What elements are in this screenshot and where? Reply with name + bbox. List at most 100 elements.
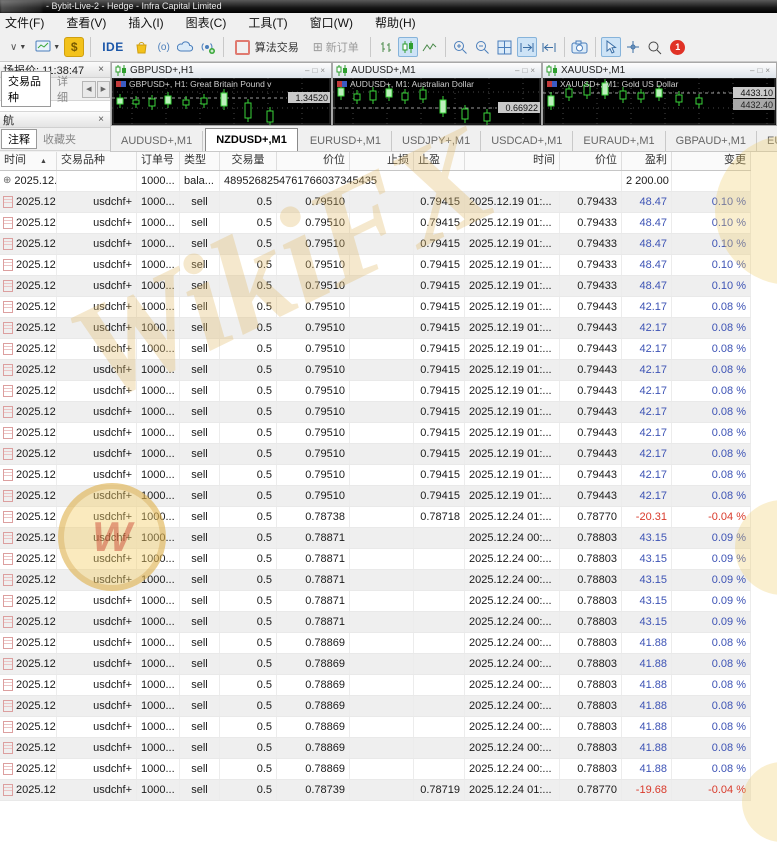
chart-tab-EU[interactable]: EU — [757, 131, 777, 151]
column-header-1[interactable]: 交易品种 — [57, 152, 137, 170]
column-header-7[interactable]: 止盈 — [414, 152, 465, 170]
line-chart-mode-icon[interactable] — [420, 37, 440, 57]
auto-scroll-icon[interactable] — [517, 37, 537, 57]
table-row[interactable]: 2025.12.2...usdchf+1000...sell0.50.78869… — [0, 759, 751, 780]
column-header-11[interactable]: 变更 — [672, 152, 751, 170]
table-row[interactable]: 2025.12.1...usdchf+1000...sell0.50.79510… — [0, 360, 751, 381]
table-row[interactable]: 2025.12.2...usdchf+1000...sell0.50.78871… — [0, 549, 751, 570]
table-row[interactable]: 2025.12.1...usdchf+1000...sell0.50.79510… — [0, 402, 751, 423]
bar-chart-mode-icon[interactable] — [376, 37, 396, 57]
close-icon[interactable]: × — [530, 66, 538, 75]
screenshot-camera-icon[interactable] — [570, 37, 590, 57]
broadcast-add-icon[interactable] — [198, 37, 218, 57]
chart-tab-AUDUSD+,M1[interactable]: AUDUSD+,M1 — [111, 131, 203, 151]
timeframe-combo[interactable]: ∨▼ — [4, 37, 32, 57]
column-header-3[interactable]: 类型 — [180, 152, 220, 170]
cell: 2025.12.19 01:... — [465, 444, 560, 464]
table-row[interactable]: 2025.12.1...usdchf+1000...sell0.50.79510… — [0, 213, 751, 234]
chart-tab-EURAUD+,M1[interactable]: EURAUD+,M1 — [573, 131, 665, 151]
chart-tab-NZDUSD+,M1[interactable]: NZDUSD+,M1 — [205, 128, 298, 151]
table-row[interactable]: 2025.12.1...usdchf+1000...sell0.50.79510… — [0, 297, 751, 318]
column-header-2[interactable]: 订单号 — [137, 152, 180, 170]
chart-tab-GBPAUD+,M1[interactable]: GBPAUD+,M1 — [666, 131, 757, 151]
tab-common[interactable]: 注释 — [1, 129, 37, 149]
new-order-button[interactable]: ⊞新订单 — [307, 37, 365, 57]
table-row[interactable]: 2025.12.1...usdchf+1000...sell0.50.79510… — [0, 381, 751, 402]
tab-favorites[interactable]: 收藏夹 — [37, 130, 82, 148]
menu-item-4[interactable]: 工具(T) — [237, 14, 298, 33]
notifications-badge[interactable]: 1 — [667, 37, 687, 57]
chart-canvas[interactable]: 4433.104432.40XAUUSD+, M1: Gold US Dolla… — [543, 78, 776, 125]
cursor-arrow-icon[interactable] — [601, 37, 621, 57]
chart-tab-USDJPY+,M1[interactable]: USDJPY+,M1 — [392, 131, 481, 151]
table-row[interactable]: 2025.12.2...usdchf+1000...sell0.50.78871… — [0, 591, 751, 612]
deal-document-icon — [3, 532, 13, 544]
table-row[interactable]: 2025.12.2...usdchf+1000...sell0.50.78869… — [0, 696, 751, 717]
chart-window-titlebar[interactable]: XAUUSD+,M1–□× — [543, 63, 776, 78]
close-icon[interactable]: × — [320, 66, 328, 75]
table-row[interactable]: 2025.12.1...usdchf+1000...sell0.50.79510… — [0, 276, 751, 297]
market-bag-icon[interactable] — [132, 37, 152, 57]
table-row[interactable]: 2025.12.1...usdchf+1000...sell0.50.79510… — [0, 234, 751, 255]
table-row[interactable]: 2025.12.1...usdchf+1000...sell0.50.79510… — [0, 318, 751, 339]
vps-cloud-icon[interactable] — [176, 37, 196, 57]
table-row[interactable]: 2025.12.1...usdchf+1000...sell0.50.79510… — [0, 423, 751, 444]
table-row[interactable]: 2025.12.1...usdchf+1000...sell0.50.79510… — [0, 192, 751, 213]
table-row[interactable]: 2025.12.1...usdchf+1000...sell0.50.79510… — [0, 465, 751, 486]
search-icon[interactable] — [645, 37, 665, 57]
zoom-in-icon[interactable] — [451, 37, 471, 57]
metaeditor-ide-button[interactable]: IDE — [96, 37, 130, 57]
menu-item-3[interactable]: 图表(C) — [175, 14, 238, 33]
chart-canvas[interactable]: 0.66922AUDUSD+, M1: Australian Dollar — [333, 78, 541, 125]
table-row[interactable]: 2025.12.2...usdchf+1000...sell0.50.78869… — [0, 675, 751, 696]
chart-window-titlebar[interactable]: GBPUSD+,H1–□× — [112, 63, 331, 78]
column-header-10[interactable]: 盈利 — [622, 152, 672, 170]
close-icon[interactable]: × — [95, 64, 107, 75]
table-row[interactable]: 2025.12.2...usdchf+1000...sell0.50.78871… — [0, 570, 751, 591]
tab-scroll-right-icon[interactable]: ▶ — [97, 81, 110, 98]
table-row[interactable]: 2025.12.1...usdchf+1000...sell0.50.79510… — [0, 339, 751, 360]
algo-trading-button[interactable]: 算法交易 — [229, 37, 305, 57]
chart-window-icon[interactable]: ▼ — [34, 37, 61, 57]
close-icon[interactable]: × — [765, 66, 773, 75]
table-row[interactable]: 2025.12.2...usdchf+1000...sell0.50.78869… — [0, 654, 751, 675]
cell: usdchf+ — [57, 444, 137, 464]
table-row[interactable]: 2025.12.1...usdchf+1000...sell0.50.79510… — [0, 486, 751, 507]
column-header-6[interactable]: 止损 — [350, 152, 414, 170]
tab-details[interactable]: 详细 — [51, 72, 81, 106]
chart-tab-USDCAD+,M1[interactable]: USDCAD+,M1 — [481, 131, 573, 151]
table-row[interactable]: 2025.12.2...usdchf+1000...sell0.50.78869… — [0, 738, 751, 759]
chart-canvas[interactable]: 1.34520GBPUSD+, H1: Great Britain Pound … — [112, 78, 331, 125]
menu-item-5[interactable]: 窗口(W) — [299, 14, 364, 33]
column-header-8[interactable]: 时间 — [465, 152, 560, 170]
chart-window-titlebar[interactable]: AUDUSD+,M1–□× — [333, 63, 541, 78]
table-row[interactable]: 2025.12.2...usdchf+1000...sell0.50.78871… — [0, 528, 751, 549]
chart-shift-icon[interactable] — [539, 37, 559, 57]
tile-windows-icon[interactable] — [495, 37, 515, 57]
deposit-icon[interactable]: $ — [63, 37, 85, 57]
crosshair-icon[interactable] — [623, 37, 643, 57]
menu-item-6[interactable]: 帮助(H) — [364, 14, 427, 33]
column-header-4[interactable]: 交易量 — [220, 152, 277, 170]
column-header-5[interactable]: 价位 — [277, 152, 350, 170]
table-row[interactable]: 2025.12.2...usdchf+1000...sell0.50.78739… — [0, 780, 751, 801]
menu-item-1[interactable]: 查看(V) — [55, 14, 117, 33]
tab-scroll-left-icon[interactable]: ◀ — [82, 81, 95, 98]
table-row[interactable]: 2025.12.2...usdchf+1000...sell0.50.78738… — [0, 507, 751, 528]
table-row[interactable]: 2025.12.2...usdchf+1000...sell0.50.78869… — [0, 717, 751, 738]
table-row[interactable]: 2025.12.1...usdchf+1000...sell0.50.79510… — [0, 444, 751, 465]
column-header-9[interactable]: 价位 — [560, 152, 622, 170]
close-icon[interactable]: × — [95, 114, 107, 125]
column-header-0[interactable]: 时间▲ — [0, 152, 57, 170]
candlestick-mode-icon[interactable] — [398, 37, 418, 57]
menu-item-2[interactable]: 插入(I) — [117, 14, 174, 33]
zoom-out-icon[interactable] — [473, 37, 493, 57]
tab-symbols[interactable]: 交易品种 — [1, 71, 51, 107]
table-row[interactable]: 2025.12.2...usdchf+1000...sell0.50.78869… — [0, 633, 751, 654]
table-row-balance[interactable]: ⊕2025.12.1...1000...bala...4895268254761… — [0, 171, 751, 192]
chart-tab-EURUSD+,M1[interactable]: EURUSD+,M1 — [300, 131, 392, 151]
menu-item-0[interactable]: 文件(F) — [0, 14, 55, 33]
table-row[interactable]: 2025.12.2...usdchf+1000...sell0.50.78871… — [0, 612, 751, 633]
table-row[interactable]: 2025.12.1...usdchf+1000...sell0.50.79510… — [0, 255, 751, 276]
signals-icon[interactable]: (o) — [154, 37, 174, 57]
